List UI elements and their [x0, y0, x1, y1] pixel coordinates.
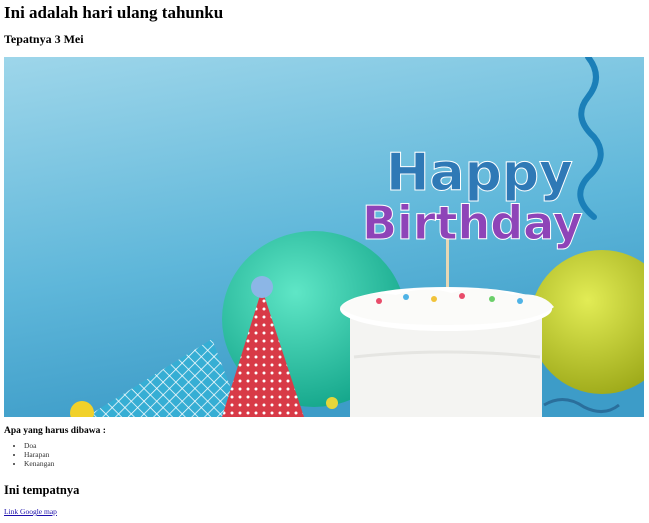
happy-topper: Happy	[386, 143, 573, 203]
bring-list-label: Apa yang harus dibawa :	[4, 426, 106, 436]
list-item: Kenangan	[24, 459, 54, 469]
bring-list: Doa Harapan Kenangan	[4, 441, 54, 469]
birthday-cake-image: Happy Birthday	[4, 57, 644, 417]
page-subtitle: Tepatnya 3 Mei	[4, 32, 84, 46]
place-heading: Ini tempatnya	[4, 483, 80, 497]
page-title: Ini adalah hari ulang tahunku	[4, 3, 224, 22]
birthday-topper: Birthday	[362, 196, 583, 250]
google-map-link[interactable]: Link Google map	[4, 507, 57, 517]
